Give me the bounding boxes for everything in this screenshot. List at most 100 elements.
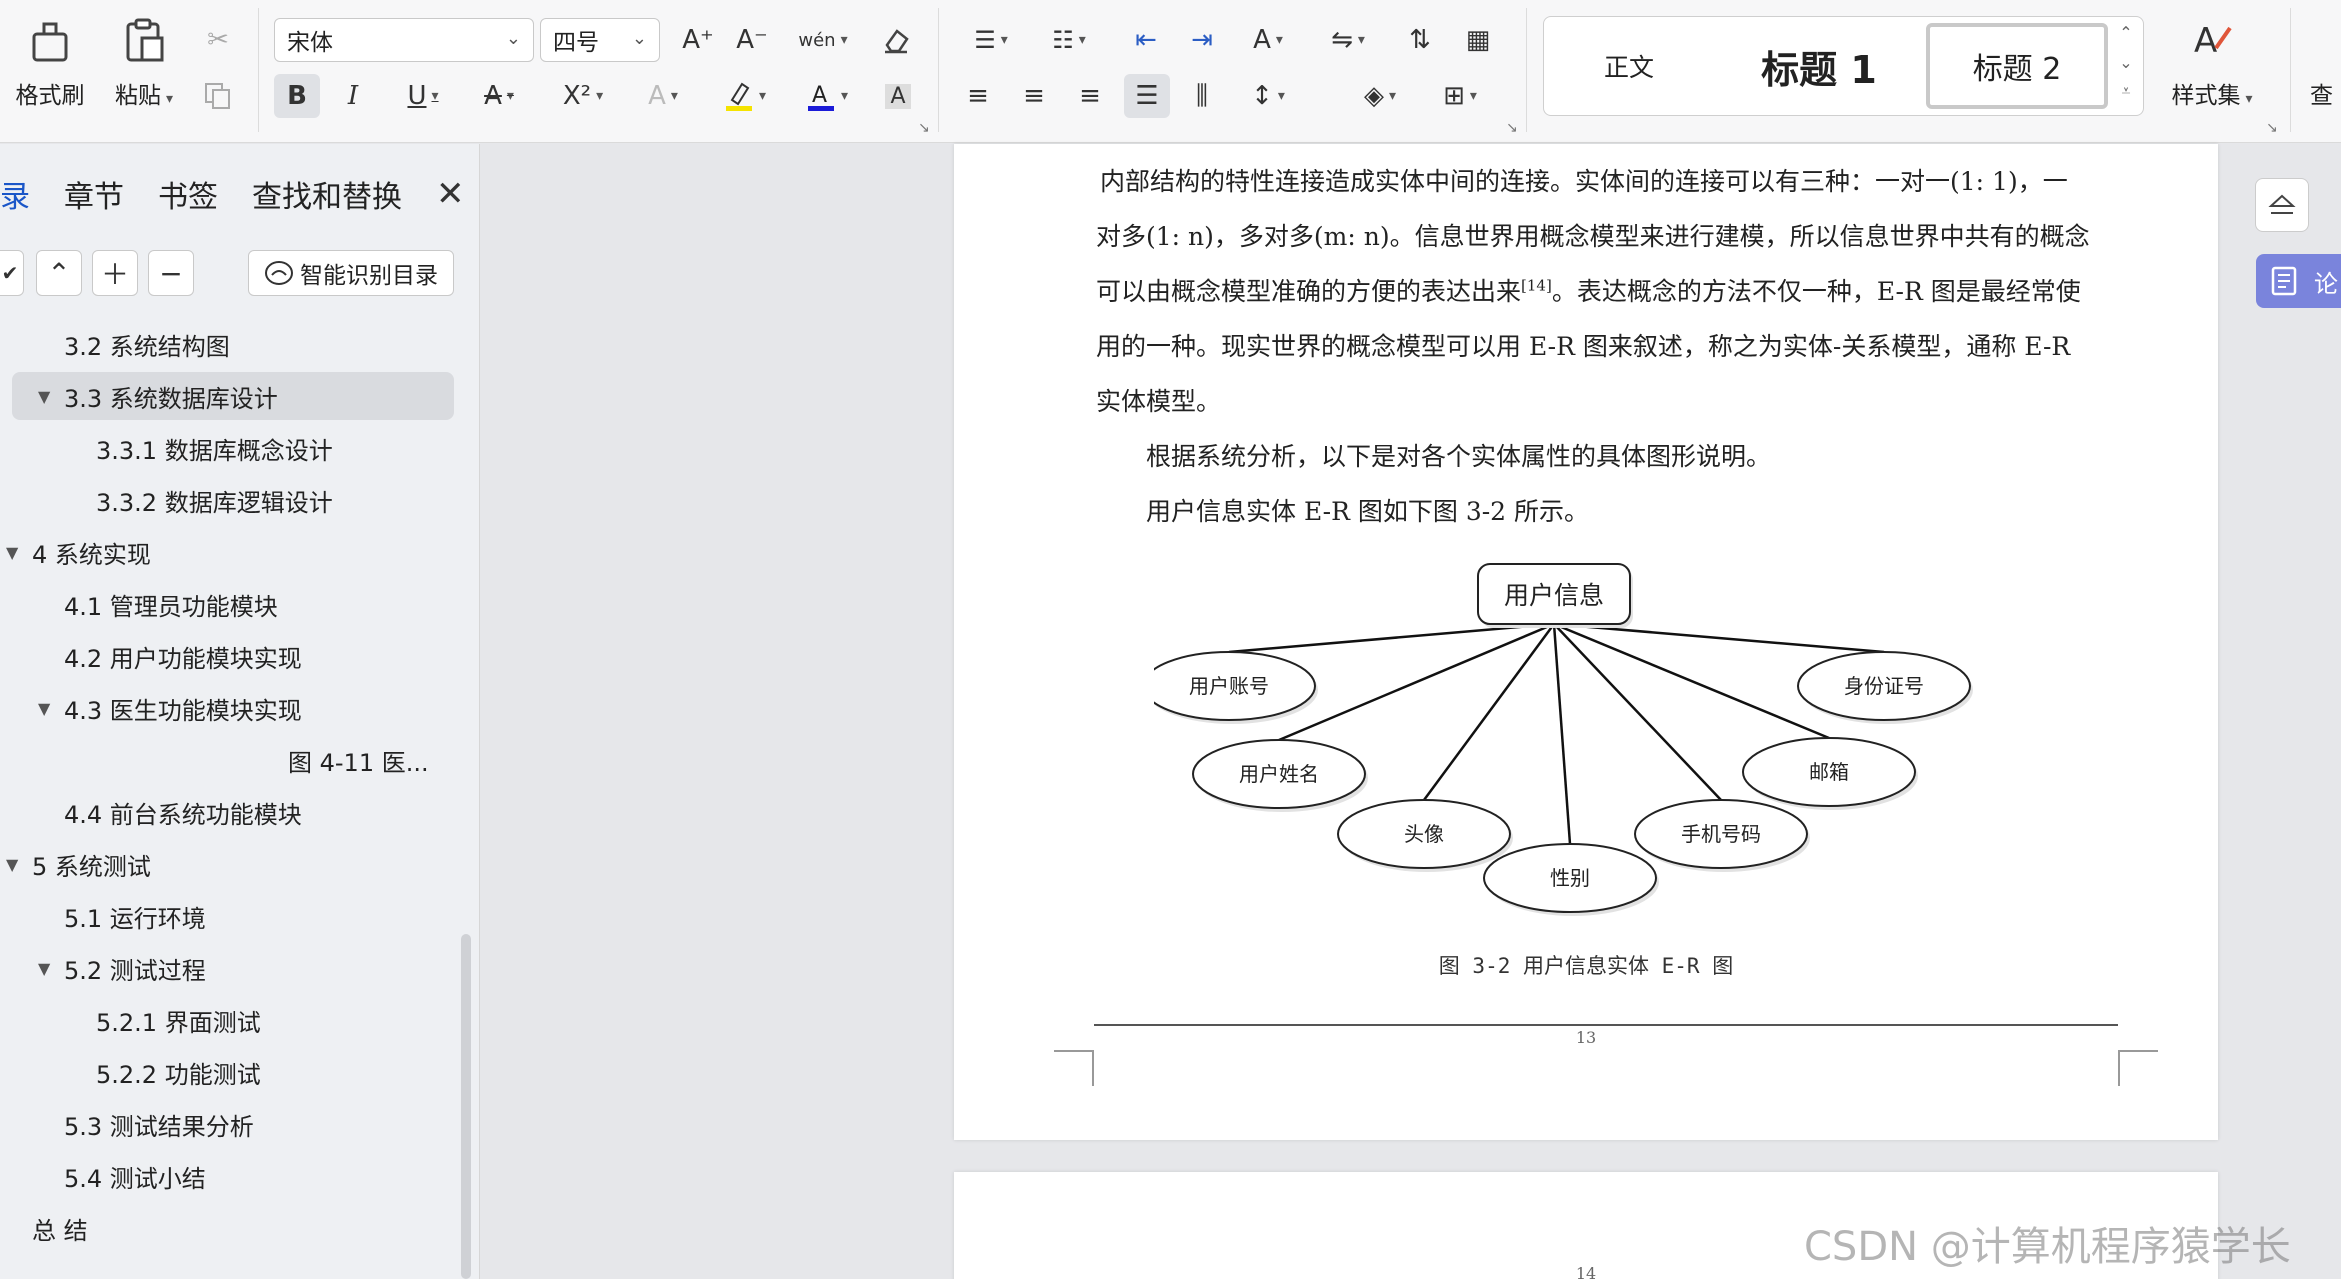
dialog-launcher-icon[interactable]: ↘ <box>2266 120 2278 136</box>
expand-level-button[interactable]: ✔ <box>0 250 24 296</box>
bullets-button[interactable]: ☰ ▾ <box>962 18 1020 62</box>
font-name-select[interactable]: 宋体 ⌄ <box>274 18 534 62</box>
toc-item[interactable]: 3.3.1 数据库概念设计 <box>0 424 460 472</box>
styles-set-button[interactable]: A 样式集 ▾ <box>2164 12 2260 122</box>
chevron-down-icon[interactable]: ⌄ <box>2115 53 2137 72</box>
show-marks-button[interactable]: ▦ <box>1456 18 1500 62</box>
toc-item[interactable]: 5.1 运行环境 <box>0 892 460 940</box>
toc-item[interactable]: 图 4-11 医... <box>0 736 460 784</box>
font-color-button[interactable]: A ▾ <box>794 74 860 118</box>
font-size-select[interactable]: 四号 ⌄ <box>540 18 660 62</box>
increase-indent-button[interactable]: ⇥ <box>1180 18 1224 62</box>
chevron-up-icon: ⌃ <box>47 256 71 290</box>
line-spacing-button[interactable]: ↕ ▾ <box>1238 74 1298 118</box>
distribute-button[interactable]: ⫼ <box>1180 74 1224 118</box>
expand-gallery-icon[interactable]: ⩡ <box>2115 81 2137 101</box>
tab-bookmarks[interactable]: 书签 <box>158 172 218 216</box>
toc-item[interactable]: 5.3 测试结果分析 <box>0 1100 460 1148</box>
toc-item[interactable]: ▼ 3.3 系统数据库设计 <box>12 372 454 420</box>
expand-arrow-icon[interactable]: ▼ <box>38 699 50 718</box>
dialog-launcher-icon[interactable]: ↘ <box>918 120 930 136</box>
er-attribute: 邮箱 <box>1742 737 1918 810</box>
dialog-launcher-icon[interactable]: ↘ <box>1506 120 1518 136</box>
bold-button[interactable]: B <box>274 74 320 118</box>
strikethrough-button[interactable]: A ▾ <box>468 74 530 118</box>
er-attribute: 手机号码 <box>1634 799 1810 872</box>
review-panel-button[interactable]: 论 <box>2256 254 2341 308</box>
align-right-button[interactable]: ≡ <box>1068 74 1112 118</box>
paste-icon <box>116 12 172 68</box>
smart-toc-label: 智能识别目录 <box>300 263 438 289</box>
er-connector <box>1553 622 1885 654</box>
toc-item[interactable]: 5.4 测试小结 <box>0 1152 460 1200</box>
expand-arrow-icon[interactable]: ▼ <box>38 387 50 406</box>
tab-find-replace[interactable]: 查找和替换 <box>252 172 402 216</box>
expand-arrow-icon[interactable]: ▼ <box>38 959 50 978</box>
move-up-button[interactable]: ⌃ <box>36 250 82 296</box>
sort-button[interactable]: ⇅ <box>1398 18 1442 62</box>
expand-arrow-icon[interactable]: ▼ <box>6 543 18 562</box>
align-left-button[interactable]: ≡ <box>956 74 1000 118</box>
chevron-down-icon: ⌄ <box>631 28 647 49</box>
indent-icon: ⇥ <box>1191 25 1213 55</box>
align-center-icon: ≡ <box>1023 81 1045 111</box>
numbering-button[interactable]: ☷ ▾ <box>1040 18 1098 62</box>
swap-button[interactable]: ⇋ ▾ <box>1318 18 1378 62</box>
add-heading-button[interactable]: ＋ <box>92 250 138 296</box>
grow-font-icon: A⁺ <box>682 25 714 55</box>
chevron-up-icon[interactable]: ⌃ <box>2115 23 2137 42</box>
paste-text: 粘贴 <box>114 83 161 109</box>
toc-item[interactable]: 4.1 管理员功能模块 <box>0 580 460 628</box>
collapse-ribbon-button[interactable] <box>2255 178 2309 232</box>
remove-heading-button[interactable]: − <box>148 250 194 296</box>
smart-toc-button[interactable]: 智能识别目录 <box>248 250 454 296</box>
toc-item[interactable]: ▼ 5.2 测试过程 <box>0 944 460 992</box>
styles-gallery: 正文 标题 1 标题 2 ⌃ ⌄ ⩡ <box>1543 16 2144 116</box>
superscript-button[interactable]: X² ▾ <box>550 74 616 118</box>
decrease-indent-button[interactable]: ⇤ <box>1124 18 1168 62</box>
borders-button[interactable]: ⊞ ▾ <box>1430 74 1490 118</box>
shading-button[interactable]: ◈ ▾ <box>1350 74 1410 118</box>
toc-item[interactable]: 4.4 前台系统功能模块 <box>0 788 460 836</box>
char-shading-button[interactable]: A <box>876 74 920 118</box>
toc-item[interactable]: 4.2 用户功能模块实现 <box>0 632 460 680</box>
toc-item[interactable]: ▼ 4.3 医生功能模块实现 <box>0 684 460 732</box>
toc-item[interactable]: 总 结 <box>0 1204 460 1252</box>
style-normal[interactable]: 正文 <box>1554 23 1704 109</box>
page-number: 13 <box>1575 1028 1597 1047</box>
shrink-font-button[interactable]: A⁻ <box>730 18 774 62</box>
find-button[interactable]: 查 <box>2296 12 2341 122</box>
justify-button[interactable]: ☰ <box>1124 74 1170 118</box>
toc-item-label: 5.2.1 界面测试 <box>96 1008 261 1037</box>
toc-item-label: 3.3.1 数据库概念设计 <box>96 436 333 465</box>
tab-toc[interactable]: 录 <box>0 172 30 216</box>
citation[interactable]: [14] <box>1521 277 1552 295</box>
grow-font-button[interactable]: A⁺ <box>676 18 720 62</box>
highlight-button[interactable]: ▾ <box>712 74 778 118</box>
nav-scrollbar[interactable] <box>461 934 471 1279</box>
tab-chapters[interactable]: 章节 <box>64 172 124 216</box>
phonetic-guide-button[interactable]: wén ▾ <box>790 18 856 62</box>
toc-item[interactable]: 3.2 系统结构图 <box>0 320 460 368</box>
toc-item[interactable]: ▼ 4 系统实现 <box>0 528 460 576</box>
underline-button[interactable]: U ▾ <box>392 74 454 118</box>
toc-item[interactable]: 5.2.1 界面测试 <box>0 996 460 1044</box>
expand-arrow-icon[interactable]: ▼ <box>6 855 18 874</box>
italic-button[interactable]: I <box>330 74 376 118</box>
document-page[interactable]: 内部结构的特性连接造成实体中间的连接。实体间的连接可以有三种：一对一(1: 1)… <box>954 144 2218 1140</box>
toc-item[interactable]: 5.2.2 功能测试 <box>0 1048 460 1096</box>
text-effect-button[interactable]: A ▾ <box>630 74 696 118</box>
toc-item[interactable]: 3.3.2 数据库逻辑设计 <box>0 476 460 524</box>
copy-button[interactable] <box>196 74 240 118</box>
style-heading1[interactable]: 标题 1 <box>1724 23 1914 109</box>
style-heading2[interactable]: 标题 2 <box>1926 23 2108 109</box>
align-center-button[interactable]: ≡ <box>1012 74 1056 118</box>
paste-button[interactable]: 粘贴 ▾ <box>96 12 192 122</box>
er-diagram: 用户账号用户姓名头像性别 手机号码 邮箱 身份证号 用户信息 <box>1154 563 1973 916</box>
close-icon[interactable]: ✕ <box>436 174 465 214</box>
clear-format-button[interactable] <box>874 18 918 62</box>
toc-item[interactable]: ▼ 5 系统测试 <box>0 840 460 888</box>
format-painter-button[interactable]: 格式刷 <box>2 12 98 122</box>
text-direction-button[interactable]: A ▾ <box>1238 18 1298 62</box>
cut-button[interactable]: ✂ <box>196 18 240 62</box>
